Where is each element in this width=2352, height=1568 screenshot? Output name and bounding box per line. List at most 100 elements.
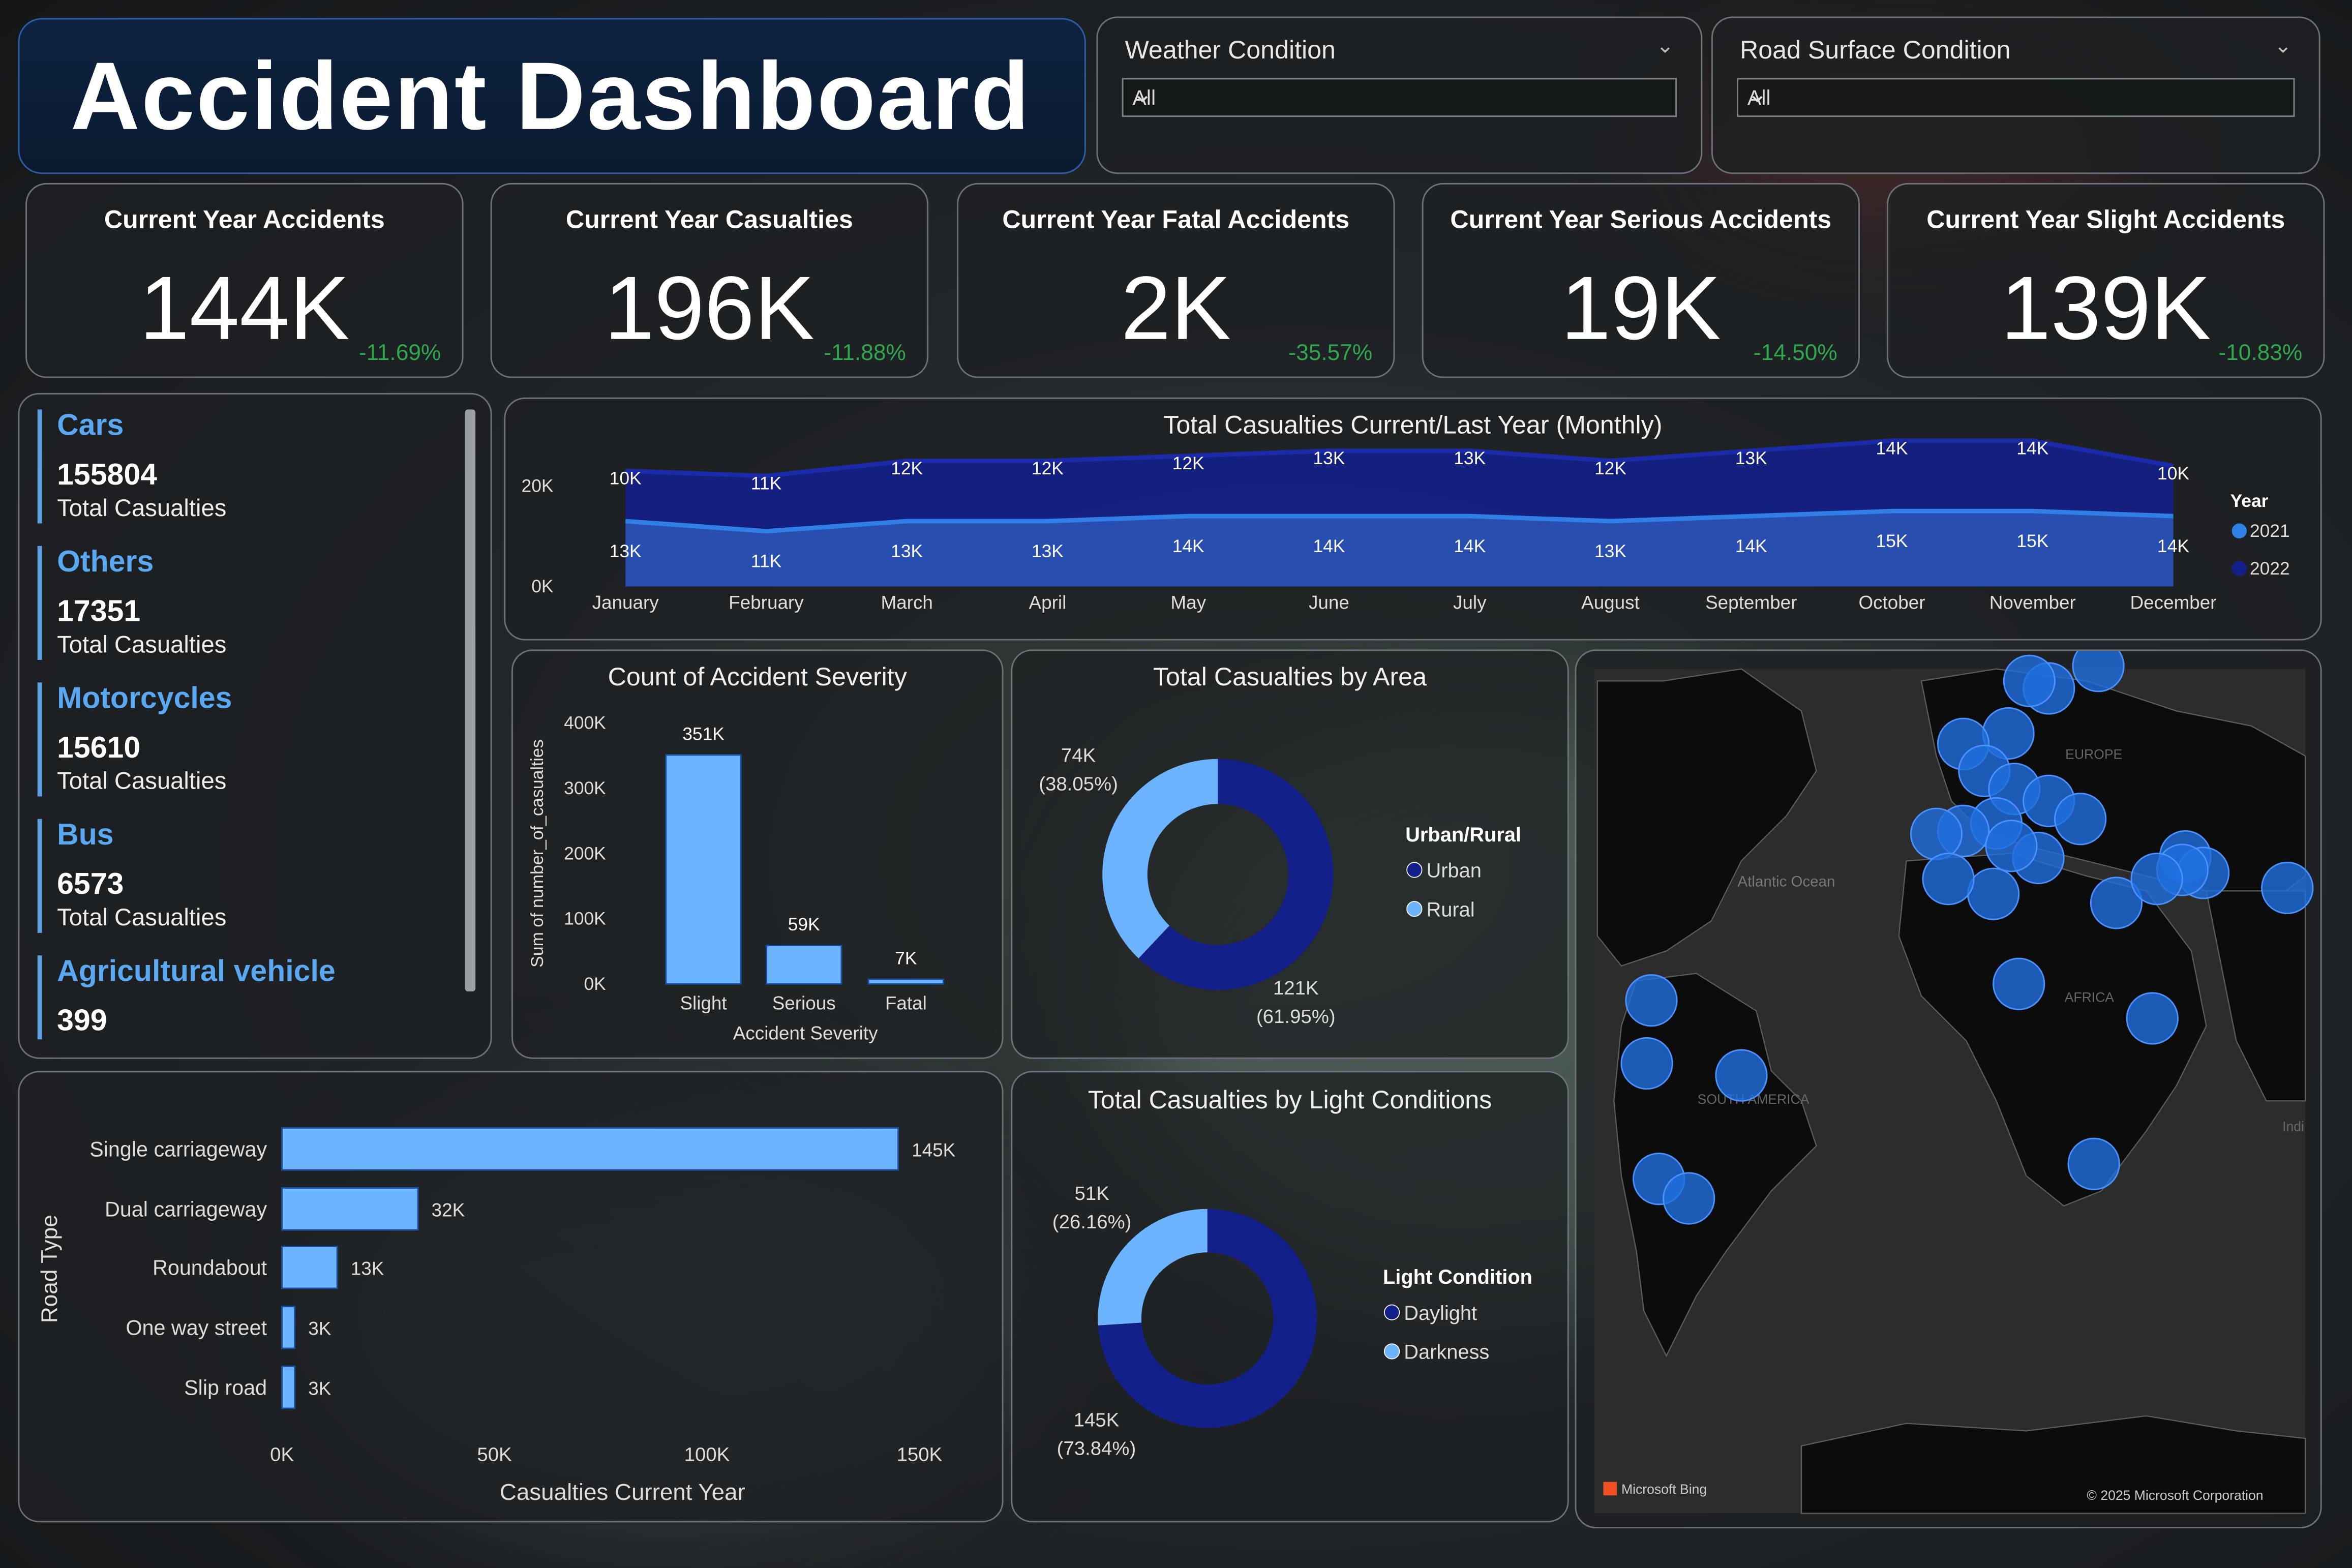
x-tick-label: May (1170, 592, 1206, 613)
data-label-2022: 10K (610, 468, 642, 489)
x-axis-label: Accident Severity (733, 1022, 878, 1043)
kpi-card-casualties[interactable]: Current Year Casualties 196K -11.88% (490, 183, 929, 378)
y-tick-label: 100K (564, 909, 606, 929)
legend-title: Light Condition (1383, 1266, 1532, 1288)
chevron-down-icon[interactable]: ⌄ (2274, 33, 2292, 58)
y-tick-label: Slip road (184, 1376, 267, 1400)
vehicle-casualties-list[interactable]: Cars 155804 Total Casualties Others 1735… (18, 393, 492, 1059)
kpi-card-fatal[interactable]: Current Year Fatal Accidents 2K -35.57% (957, 183, 1395, 378)
vehicle-value: 155804 (57, 459, 158, 492)
data-label-percent: (73.84%) (1057, 1438, 1136, 1460)
data-label-2022: 14K (2016, 438, 2048, 458)
data-label-2022: 12K (1594, 458, 1626, 478)
x-tick-label: 50K (477, 1443, 512, 1465)
slicer-label: Road Surface Condition (1740, 36, 2011, 65)
vehicle-name: Others (57, 546, 154, 579)
kpi-card-accidents[interactable]: Current Year Accidents 144K -11.69% (25, 183, 464, 378)
monthly-casualties-chart[interactable]: Total Casualties Current/Last Year (Mont… (504, 397, 2322, 641)
data-label-2021: 11K (751, 551, 782, 571)
y-tick-label: Dual carriageway (105, 1197, 267, 1221)
kpi-card-serious[interactable]: Current Year Serious Accidents 19K -14.5… (1422, 183, 1860, 378)
y-tick-label: 200K (564, 843, 606, 863)
chevron-down-icon[interactable]: ⌄ (1656, 33, 1674, 58)
casualties-map[interactable]: Atlantic Ocean EUROPE AFRICA SOUTH AMERICA I… (1575, 649, 2322, 1529)
data-label-2022: 14K (1876, 438, 1908, 458)
y-tick-label: 0K (531, 576, 554, 596)
casualties-by-light-chart[interactable]: Total Casualties by Light Conditions 145… (1011, 1071, 1569, 1523)
dashboard: Accident Dashboard Weather Condition ⌄ A… (0, 0, 2352, 1567)
data-label-2021: 14K (1735, 536, 1767, 556)
map-bubble (2261, 861, 2314, 915)
bar-serious (765, 945, 842, 985)
legend-label: Urban (1426, 860, 1481, 882)
weather-condition-dropdown[interactable]: All ⌄ (1122, 78, 1677, 117)
legend-label: Rural (1426, 898, 1474, 921)
donut-chart: 121K (61.95%) 74K (38.05%) Urban/Rural Urban R… (1039, 745, 1521, 1028)
data-label-2021: 13K (1032, 541, 1064, 561)
x-tick-label: October (1858, 592, 1925, 613)
data-label-percent: (26.16%) (1052, 1211, 1132, 1233)
data-label-2021: 14K (1454, 536, 1486, 556)
vehicle-value: 399 (57, 1005, 107, 1038)
road-surface-condition-slicer[interactable]: Road Surface Condition ⌄ All ⌄ (1711, 16, 2320, 174)
x-tick-label: November (1989, 592, 2076, 613)
map-bubble (1922, 853, 1975, 906)
vehicle-sublabel: Total Casualties (57, 496, 227, 522)
road-type-chart[interactable]: Single carriageway 145K Dual carriageway 32… (18, 1071, 1004, 1523)
legend-label: 2021 (2250, 521, 2290, 541)
map-bubble (2003, 654, 2056, 707)
bar-slight (665, 754, 742, 985)
data-label: 121K (1273, 977, 1319, 999)
y-tick-label: Single carriageway (89, 1137, 267, 1161)
legend-label: Darkness (1404, 1341, 1489, 1364)
road-surface-condition-dropdown[interactable]: All ⌄ (1737, 78, 2295, 117)
data-label-2021: 15K (1876, 531, 1908, 551)
map-view[interactable]: Atlantic OceanEUROPEAFRICASOUTH AMERICAI… (1576, 651, 2321, 1528)
vehicle-name: Agricultural vehicle (57, 955, 336, 989)
weather-condition-slicer[interactable]: Weather Condition ⌄ All ⌄ (1096, 16, 1703, 174)
x-tick-label: Slight (680, 992, 727, 1013)
x-tick-label: December (2130, 592, 2217, 613)
list-item: Others 17351 Total Casualties (37, 546, 227, 660)
legend-marker-2021 (2232, 523, 2247, 539)
legend-label: Daylight (1404, 1302, 1477, 1324)
data-label: 351K (682, 723, 725, 744)
list-item: Motorcycles 15610 Total Casualties (37, 682, 232, 797)
data-label: 74K (1061, 745, 1096, 767)
y-tick-label: 0K (584, 974, 607, 994)
vehicle-value: 6573 (57, 868, 124, 901)
chevron-down-icon[interactable]: ⌄ (1132, 79, 1666, 109)
kpi-change: -14.50% (1753, 340, 1837, 366)
y-tick-label: One way street (126, 1316, 267, 1340)
page-title: Accident Dashboard (70, 42, 1031, 150)
data-label-2022: 13K (1313, 448, 1345, 468)
bar-fatal (867, 978, 945, 985)
accident-severity-chart[interactable]: Count of Accident Severity 0K 100K 200K 300… (511, 649, 1004, 1059)
data-label-2022: 12K (891, 458, 923, 478)
donut-chart: 145K (73.84%) 51K (26.16%) Light Condition Da… (1052, 1183, 1532, 1460)
chevron-down-icon[interactable]: ⌄ (1747, 79, 2284, 109)
x-tick-label: January (592, 592, 659, 613)
map-bubble (1910, 807, 1963, 860)
x-tick-label: 150K (897, 1443, 943, 1465)
x-tick-label: September (1705, 592, 1797, 613)
bar-chart: 0K 100K 200K 300K 400K Sum of number_of_casua… (528, 713, 945, 1043)
x-tick-label: 100K (684, 1443, 730, 1465)
map-bubble (1620, 1037, 1673, 1090)
x-tick-label: Fatal (885, 992, 927, 1013)
map-credit: Microsoft Bing (1621, 1482, 1707, 1497)
list-item: Agricultural vehicle 399 (37, 955, 336, 1040)
kpi-card-slight[interactable]: Current Year Slight Accidents 139K -10.8… (1887, 183, 2325, 378)
legend-marker (1383, 1304, 1400, 1320)
data-label: 7K (895, 948, 917, 969)
list-item: Cars 155804 Total Casualties (37, 409, 227, 524)
casualties-by-area-chart[interactable]: Total Casualties by Area 121K (61.95%) 74K… (1011, 649, 1569, 1059)
kpi-change: -11.69% (358, 340, 441, 366)
scrollbar-thumb[interactable] (465, 409, 476, 991)
map-bubble (2067, 1137, 2120, 1190)
vehicle-sublabel: Total Casualties (57, 632, 227, 659)
data-label-2021: 14K (1172, 536, 1204, 556)
slice-rural (1102, 759, 1218, 958)
data-label-percent: (61.95%) (1256, 1006, 1336, 1028)
data-label-2021: 15K (2016, 531, 2048, 551)
